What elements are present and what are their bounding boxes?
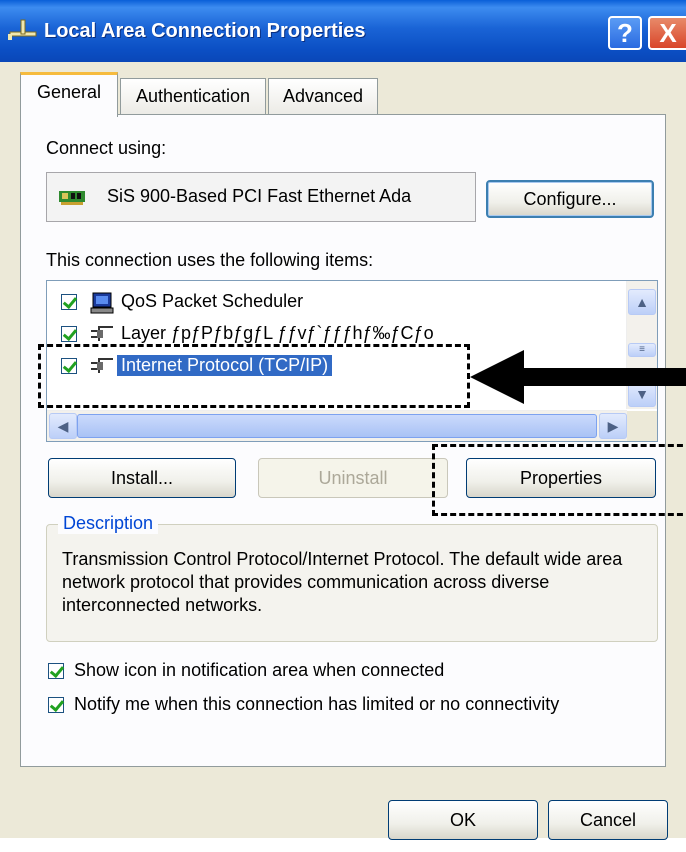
- description-text: Transmission Control Protocol/Internet P…: [62, 549, 623, 615]
- scrollbar-corner: [627, 411, 657, 441]
- network-card-icon: [59, 191, 85, 205]
- items-label: This connection uses the following items…: [46, 250, 374, 270]
- properties-highlight-box: [432, 444, 686, 516]
- scroll-right-icon[interactable]: ▶: [599, 413, 627, 439]
- item-label: QoS Packet Scheduler: [121, 291, 304, 311]
- show-icon-checkbox[interactable]: [48, 663, 64, 679]
- help-button[interactable]: ?: [608, 16, 642, 50]
- scroll-up-icon[interactable]: ▲: [628, 289, 656, 315]
- tab-advanced[interactable]: Advanced: [268, 78, 378, 114]
- scheduler-icon: [90, 292, 114, 314]
- uninstall-button[interactable]: Uninstall: [258, 458, 448, 498]
- description-legend: Description: [58, 513, 159, 534]
- ok-button[interactable]: OK: [388, 800, 538, 840]
- item-label: Layer ƒpƒPƒbƒgƒL ƒƒvƒ`ƒƒƒhƒ‰ƒCƒo: [121, 323, 434, 343]
- configure-button[interactable]: Configure...: [486, 180, 654, 218]
- window-title: Local Area Connection Properties: [44, 20, 366, 42]
- horizontal-scroll-thumb[interactable]: [77, 414, 597, 438]
- adapter-name: SiS 900-Based PCI Fast Ethernet Ada: [107, 186, 412, 206]
- pointer-arrow-icon: [470, 350, 686, 404]
- connect-using-label: Connect using:: [46, 138, 167, 158]
- tcpip-highlight-box: [38, 344, 470, 408]
- close-button[interactable]: X: [648, 16, 686, 50]
- scroll-left-icon[interactable]: ◀: [49, 413, 77, 439]
- horizontal-scrollbar[interactable]: ◀ ▶: [47, 410, 627, 441]
- notify-label: Notify me when this connection has limit…: [74, 694, 560, 714]
- item-checkbox[interactable]: [61, 294, 77, 310]
- properties-dialog: Local Area Connection Properties ? X Gen…: [0, 0, 686, 840]
- network-connection-icon: [8, 19, 37, 40]
- tab-general[interactable]: General: [20, 72, 118, 117]
- notify-checkbox[interactable]: [48, 697, 64, 713]
- item-checkbox[interactable]: [61, 326, 77, 342]
- adapter-field: SiS 900-Based PCI Fast Ethernet Ada: [46, 172, 476, 222]
- cancel-button[interactable]: Cancel: [548, 800, 668, 840]
- install-button[interactable]: Install...: [48, 458, 236, 498]
- title-bar[interactable]: Local Area Connection Properties ? X: [0, 0, 686, 62]
- tab-authentication[interactable]: Authentication: [120, 78, 266, 114]
- show-icon-label: Show icon in notification area when conn…: [74, 660, 445, 680]
